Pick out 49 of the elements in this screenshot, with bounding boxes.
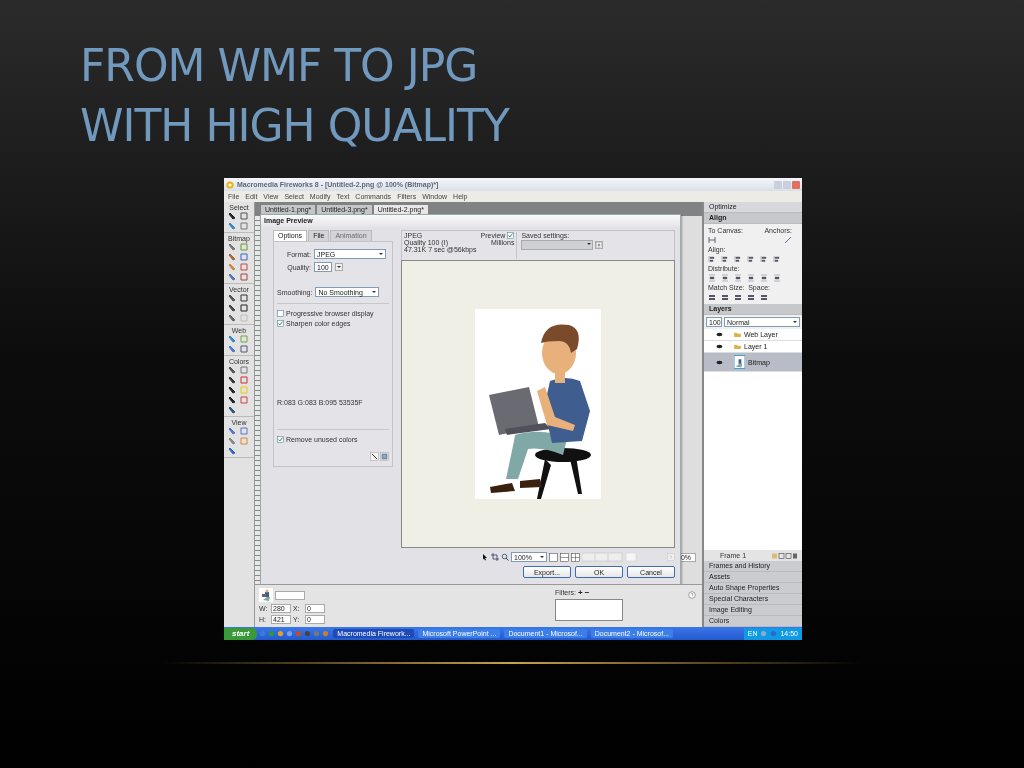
add-filter-button[interactable]: + (578, 588, 583, 597)
match-size-icon[interactable] (760, 293, 768, 301)
caret-icon (586, 241, 593, 247)
filters-list (555, 599, 623, 621)
checkbox[interactable] (507, 232, 515, 239)
eye-icon[interactable] (716, 359, 723, 365)
align-icon[interactable] (760, 255, 768, 263)
checkbox[interactable] (277, 310, 284, 317)
distribute-icon[interactable] (734, 274, 742, 282)
start-button[interactable]: start (224, 627, 258, 640)
align-icon[interactable] (721, 255, 729, 263)
caret-icon (371, 289, 378, 295)
match-size-icon[interactable] (721, 293, 729, 301)
wand-icon[interactable] (370, 452, 379, 461)
slide-title-line: FROM WMF TO JPG (80, 39, 478, 93)
align-icon[interactable] (747, 255, 755, 263)
match-size-icon[interactable] (708, 293, 716, 301)
zoom-icon[interactable] (501, 553, 509, 561)
match-size-icon[interactable] (734, 293, 742, 301)
align-icon[interactable] (773, 255, 781, 263)
caret-icon (539, 554, 545, 560)
split-view-icon[interactable] (560, 552, 569, 562)
layer-buttons-icon[interactable] (772, 552, 798, 559)
close-button[interactable] (792, 180, 800, 189)
quad-view-icon[interactable] (571, 552, 580, 562)
add-preset-icon[interactable] (595, 241, 604, 249)
slide-title-line: WITH HIGH QUALITY (80, 99, 509, 153)
quality-slider-button[interactable] (335, 263, 343, 271)
pen-icon[interactable] (784, 236, 792, 244)
app-icon (226, 180, 234, 189)
checkbox[interactable] (277, 436, 284, 443)
crop-icon[interactable] (491, 553, 499, 561)
distribute-icon[interactable] (721, 274, 729, 282)
match-size-icon[interactable] (747, 293, 755, 301)
pointer-icon[interactable] (481, 553, 489, 561)
canvas-icon[interactable] (708, 236, 716, 244)
distribute-icon[interactable] (760, 274, 768, 282)
name-field[interactable] (275, 590, 305, 600)
checkbox[interactable] (277, 320, 284, 327)
remove-filter-button[interactable]: − (584, 588, 590, 597)
caret-icon (378, 251, 384, 257)
caret-icon (792, 319, 798, 325)
distribute-icon[interactable] (747, 274, 755, 282)
distribute-icon[interactable] (773, 274, 781, 282)
align-icon[interactable] (734, 255, 742, 263)
help-icon[interactable] (688, 591, 696, 599)
single-view-icon[interactable] (549, 552, 558, 562)
align-icon[interactable] (708, 255, 716, 263)
distribute-icon[interactable] (708, 274, 716, 282)
